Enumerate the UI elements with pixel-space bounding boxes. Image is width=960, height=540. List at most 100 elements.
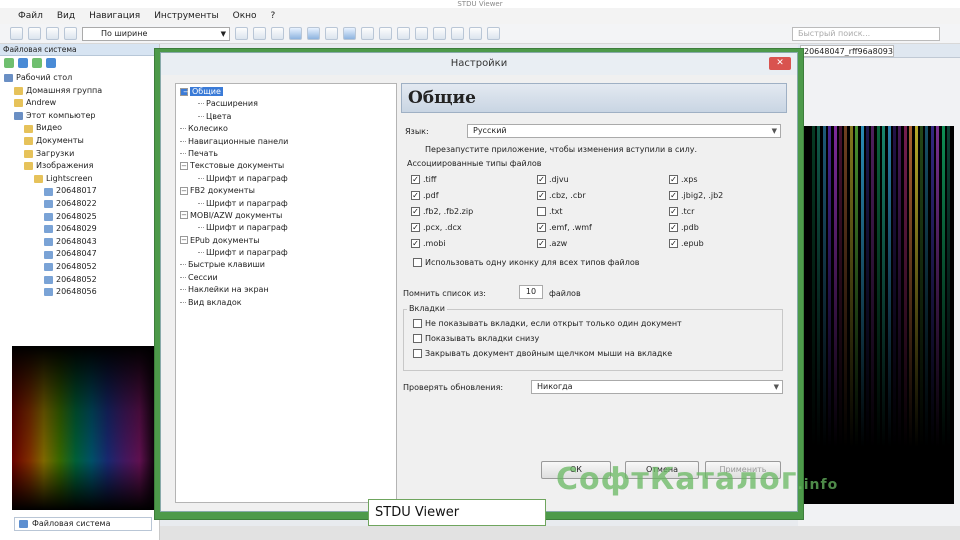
- assoc-checkbox[interactable]: ✓ .pdb: [669, 223, 699, 232]
- single-page-icon[interactable]: [253, 27, 266, 40]
- tree-item[interactable]: Рабочий стол: [0, 72, 159, 85]
- settings-tree-item[interactable]: − EPub документы: [176, 235, 396, 247]
- view-icon[interactable]: [46, 58, 56, 68]
- export-icon[interactable]: [451, 27, 464, 40]
- assoc-checkbox[interactable]: ✓ .pdf: [411, 191, 439, 200]
- close-icon[interactable]: ✕: [769, 57, 791, 70]
- chevron-down-icon: ▼: [771, 127, 777, 135]
- tree-item[interactable]: Документы: [0, 135, 159, 148]
- tree-item[interactable]: 20648047: [0, 248, 159, 261]
- settings-tree-item[interactable]: Наклейки на экран: [176, 284, 396, 296]
- assoc-checkbox[interactable]: ✓ .jbig2, .jb2: [669, 191, 723, 200]
- menu-item[interactable]: Вид: [57, 11, 75, 21]
- tree-item[interactable]: Этот компьютер: [0, 110, 159, 123]
- tree-item[interactable]: 20648052: [0, 261, 159, 274]
- quick-search-input[interactable]: Быстрый поиск...: [792, 26, 940, 41]
- same-icon-checkbox[interactable]: Использовать одну иконку для всех типов …: [413, 258, 639, 267]
- file-system-tab[interactable]: Файловая система: [14, 517, 152, 531]
- snapshot-icon[interactable]: [379, 27, 392, 40]
- settings-tree-item[interactable]: − MOBI/AZW документы: [176, 210, 396, 222]
- assoc-checkbox[interactable]: ✓ .cbz, .cbr: [537, 191, 586, 200]
- tree-item[interactable]: Домашняя группа: [0, 85, 159, 98]
- settings-tree-item[interactable]: Шрифт и параграф: [176, 173, 396, 185]
- assoc-checkbox[interactable]: ✓ .azw: [537, 239, 567, 248]
- assoc-checkbox[interactable]: ✓ .tcr: [669, 207, 694, 216]
- collapse-icon[interactable]: −: [180, 236, 188, 245]
- zoom-select[interactable]: По ширине ▼: [82, 26, 230, 41]
- menu-item[interactable]: Инструменты: [154, 11, 218, 21]
- refresh-icon[interactable]: [487, 27, 500, 40]
- assoc-checkbox[interactable]: ✓ .djvu: [537, 175, 569, 184]
- tree-item[interactable]: Загрузки: [0, 148, 159, 161]
- bookmark-icon[interactable]: [415, 27, 428, 40]
- collapse-icon[interactable]: −: [180, 186, 188, 195]
- settings-tree-item[interactable]: Вид вкладок: [176, 297, 396, 309]
- tree-item[interactable]: Изображения: [0, 160, 159, 173]
- assoc-checkbox[interactable]: ✓ .pcx, .dcx: [411, 223, 462, 232]
- print-icon[interactable]: [46, 27, 59, 40]
- settings-tree-item[interactable]: Шрифт и параграф: [176, 247, 396, 259]
- tree-item[interactable]: 20648017: [0, 185, 159, 198]
- assoc-checkbox[interactable]: ✓ .tiff: [411, 175, 436, 184]
- tree-item[interactable]: 20648043: [0, 236, 159, 249]
- settings-tree-item[interactable]: Расширения: [176, 98, 396, 110]
- settings-tree-item[interactable]: Навигационные панели: [176, 136, 396, 148]
- find-icon[interactable]: [433, 27, 446, 40]
- settings-icon[interactable]: [469, 27, 482, 40]
- menu-item[interactable]: Окно: [233, 11, 257, 21]
- menu-item[interactable]: Файл: [18, 11, 43, 21]
- settings-tree-item[interactable]: − Общие: [176, 86, 396, 98]
- settings-tree-item[interactable]: Шрифт и параграф: [176, 198, 396, 210]
- settings-tree-item[interactable]: Колесико: [176, 123, 396, 135]
- tree-item[interactable]: 20648025: [0, 211, 159, 224]
- remember-count-input[interactable]: 10: [519, 285, 543, 299]
- tab-option-checkbox[interactable]: Закрывать документ двойным щелчком мыши …: [413, 349, 672, 358]
- tree-item[interactable]: 20648022: [0, 198, 159, 211]
- fit-height-icon[interactable]: [325, 27, 338, 40]
- home-icon[interactable]: [18, 58, 28, 68]
- settings-tree-item[interactable]: − FB2 документы: [176, 185, 396, 197]
- hand-tool-icon[interactable]: [397, 27, 410, 40]
- assoc-checkbox[interactable]: ✓ .emf, .wmf: [537, 223, 592, 232]
- up-icon[interactable]: [4, 58, 14, 68]
- tab-option-checkbox[interactable]: Не показывать вкладки, если открыт тольк…: [413, 319, 682, 328]
- document-tab[interactable]: 20648047_rff96a8093: [800, 44, 894, 57]
- settings-tree-item[interactable]: Шрифт и параграф: [176, 222, 396, 234]
- tree-item[interactable]: Andrew: [0, 97, 159, 110]
- settings-tree-item[interactable]: Сессии: [176, 272, 396, 284]
- collapse-icon[interactable]: −: [180, 211, 188, 220]
- tree-item[interactable]: 20648052: [0, 274, 159, 287]
- assoc-checkbox[interactable]: ✓ .epub: [669, 239, 704, 248]
- select-text-icon[interactable]: [361, 27, 374, 40]
- assoc-checkbox[interactable]: ✓ .fb2, .fb2.zip: [411, 207, 473, 216]
- menu-item[interactable]: ?: [271, 11, 276, 21]
- menu-item[interactable]: Навигация: [89, 11, 140, 21]
- settings-tree-item[interactable]: − Текстовые документы: [176, 160, 396, 172]
- assoc-checkbox[interactable]: .txt: [537, 207, 563, 216]
- tab-option-checkbox[interactable]: Показывать вкладки снизу: [413, 334, 539, 343]
- open-folder-icon[interactable]: [10, 27, 23, 40]
- tree-item[interactable]: Lightscreen: [0, 173, 159, 186]
- two-page-icon[interactable]: [271, 27, 284, 40]
- checkbox-box: [413, 334, 422, 343]
- rotate-icon[interactable]: [343, 27, 356, 40]
- save-icon[interactable]: [28, 27, 41, 40]
- assoc-checkbox[interactable]: ✓ .mobi: [411, 239, 446, 248]
- back-icon[interactable]: [64, 27, 77, 40]
- zoom-icon[interactable]: [235, 27, 248, 40]
- language-select[interactable]: Русский ▼: [467, 124, 781, 138]
- settings-tree-item[interactable]: Быстрые клавиши: [176, 259, 396, 271]
- collapse-icon[interactable]: −: [180, 87, 189, 96]
- image-file-icon: [44, 263, 53, 272]
- settings-tree-item[interactable]: Цвета: [176, 111, 396, 123]
- fit-width-icon[interactable]: [307, 27, 320, 40]
- tree-item[interactable]: 20648029: [0, 223, 159, 236]
- collapse-icon[interactable]: −: [180, 161, 188, 170]
- fit-page-icon[interactable]: [289, 27, 302, 40]
- tree-item[interactable]: 20648056: [0, 286, 159, 299]
- assoc-checkbox[interactable]: ✓ .xps: [669, 175, 698, 184]
- settings-tree-item[interactable]: Печать: [176, 148, 396, 160]
- refresh-icon[interactable]: [32, 58, 42, 68]
- tree-item[interactable]: Видео: [0, 122, 159, 135]
- update-select[interactable]: Никогда ▼: [531, 380, 783, 394]
